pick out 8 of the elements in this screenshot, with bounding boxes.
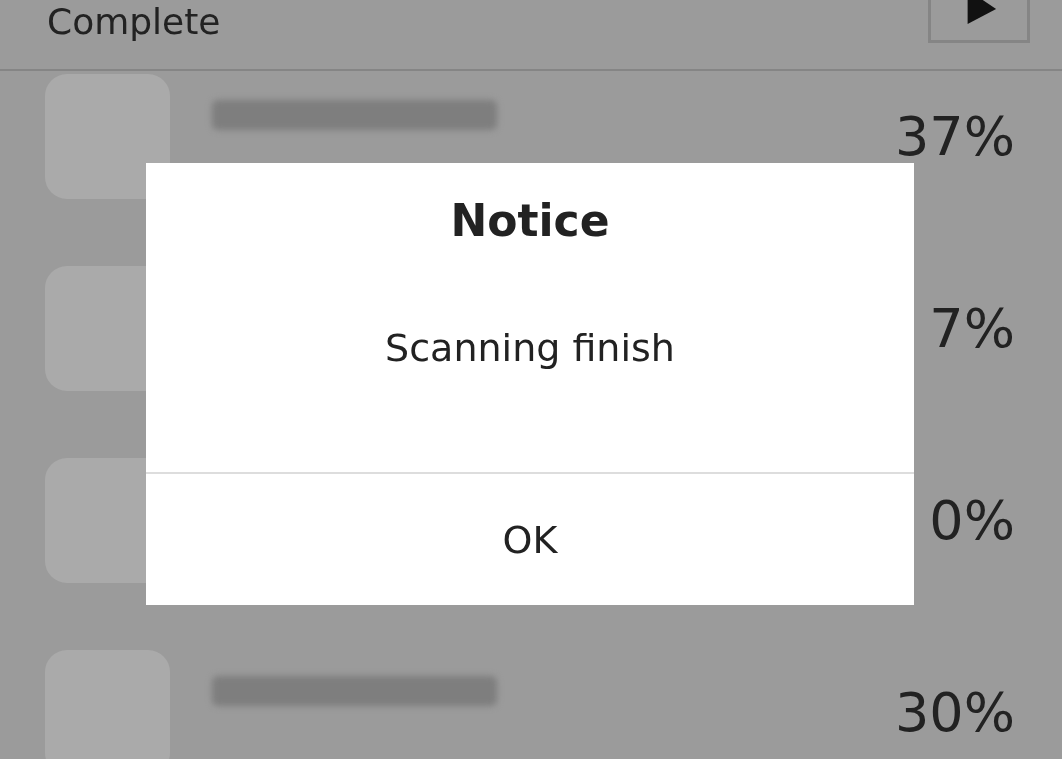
percent-text: 30% — [894, 681, 1015, 744]
dialog-message: Scanning finish — [384, 326, 676, 372]
percent-text: 7% — [929, 297, 1015, 360]
header-title: Complete — [47, 1, 221, 43]
percent-text: 37% — [894, 105, 1015, 168]
app-icon — [45, 74, 170, 199]
percent-text: 0% — [929, 489, 1015, 552]
dialog-title: Notice — [449, 195, 611, 246]
